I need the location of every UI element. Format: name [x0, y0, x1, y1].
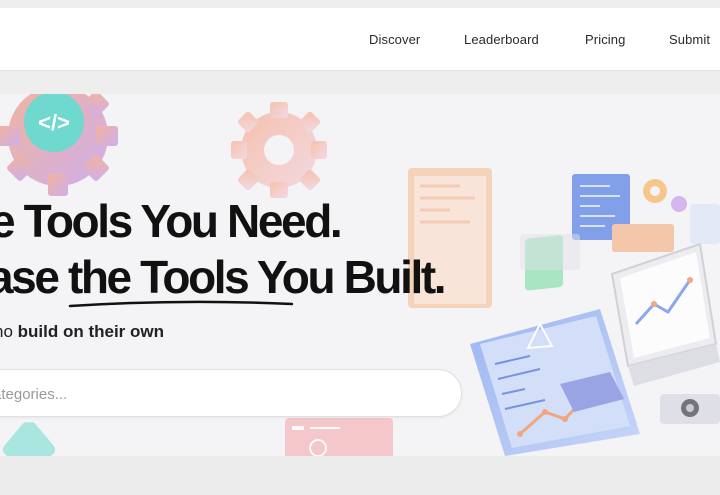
- headline-highlight: the Tools: [67, 251, 250, 303]
- headline-line-1: e Tools You Need.: [0, 195, 343, 247]
- headline-line-2-end: You Built.: [247, 251, 447, 303]
- nav-discover[interactable]: Discover: [369, 32, 420, 47]
- subtitle-emphasis: build on their own: [17, 322, 165, 341]
- browser-window-icon: [285, 418, 393, 456]
- headline-line-2: ase the Tools You Built.: [0, 251, 447, 303]
- gear-icon: [671, 196, 687, 212]
- page-footer-strip: [0, 456, 720, 495]
- gear-icon: [231, 102, 327, 198]
- laptop-icon: [610, 242, 720, 386]
- hero-section: </> e Tools You Need. se the Tools You B…: [0, 94, 720, 456]
- plus-shape-icon: [2, 422, 56, 456]
- nav-submit[interactable]: Submit: [669, 32, 710, 47]
- nav-pricing[interactable]: Pricing: [585, 32, 625, 47]
- subtitle-start: ho: [0, 322, 13, 341]
- nav-leaderboard[interactable]: Leaderboard: [464, 32, 539, 47]
- top-navigation: Discover Leaderboard Pricing Submit: [0, 8, 720, 71]
- search-bar[interactable]: [0, 369, 462, 417]
- code-badge-text: </>: [38, 110, 70, 135]
- headline-line-2-start: ase: [0, 251, 60, 303]
- tag-card-icon: [612, 224, 674, 252]
- hero-subtitle: ho build on their own: [0, 322, 164, 342]
- search-input[interactable]: [0, 382, 395, 406]
